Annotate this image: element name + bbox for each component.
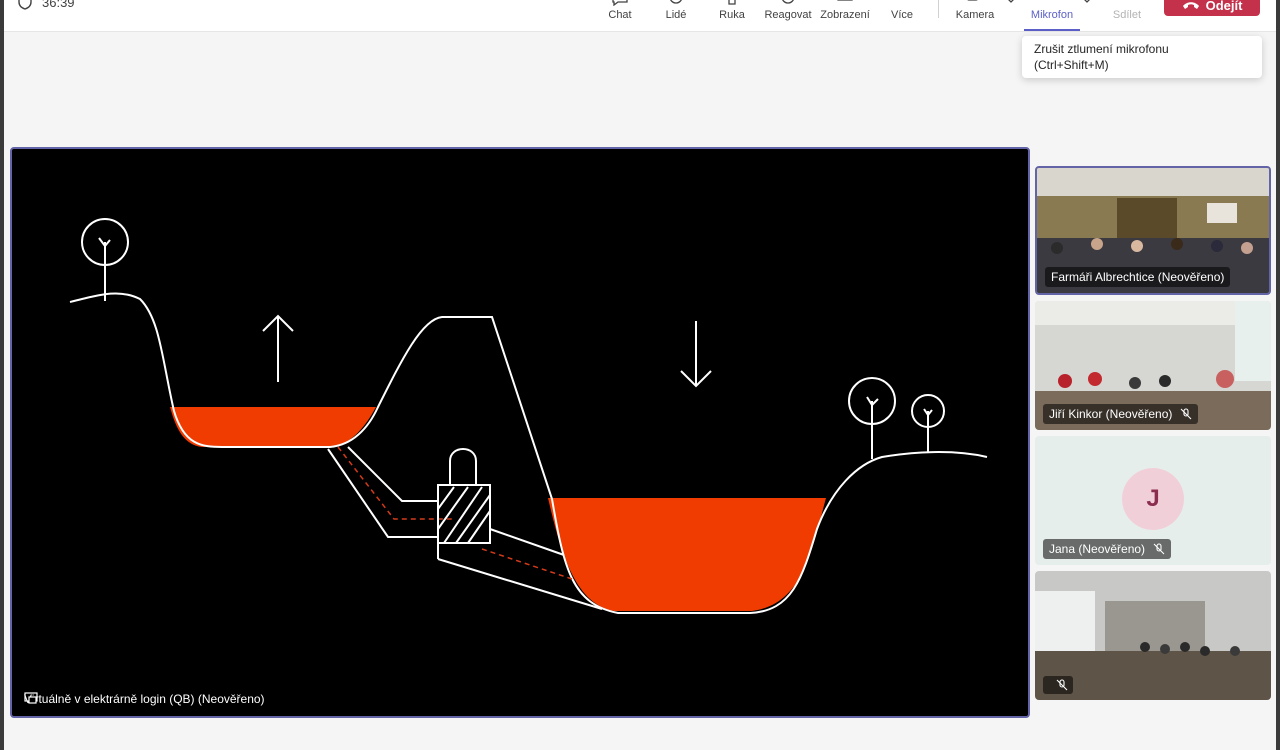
upper-reservoir-water bbox=[170, 407, 376, 447]
window-edge-left bbox=[0, 0, 4, 750]
tree-left bbox=[81, 218, 129, 301]
mic-off-icon bbox=[1153, 543, 1165, 555]
smile-icon bbox=[782, 0, 794, 4]
penstock-flow-dashed bbox=[337, 446, 452, 520]
participant-name-2: Jiří Kinkor (Neověřeno) bbox=[1049, 407, 1173, 421]
share-icon bbox=[1118, 0, 1136, 6]
participant-label-4 bbox=[1043, 676, 1073, 694]
view-label: Zobrazení bbox=[820, 9, 870, 21]
powerhouse bbox=[437, 448, 491, 544]
pumped-storage-diagram bbox=[69, 218, 988, 614]
avatar-initial: J bbox=[1146, 485, 1160, 512]
microphone-muted-icon bbox=[1043, 0, 1061, 6]
avatar: J bbox=[1122, 468, 1184, 530]
meeting-timer: 36:39 bbox=[18, 0, 75, 10]
camera-button[interactable]: Kamera bbox=[947, 0, 1003, 31]
hand-icon bbox=[728, 0, 736, 5]
camera-options-chevron-icon[interactable] bbox=[1006, 0, 1016, 5]
camera-label: Kamera bbox=[955, 9, 995, 21]
participant-label-1: Farmáři Albrechtice (Neověřeno) bbox=[1045, 267, 1231, 287]
react-label: Reagovat bbox=[764, 9, 812, 21]
toolbar-separator bbox=[938, 0, 939, 18]
chat-icon bbox=[612, 0, 628, 6]
camera-icon bbox=[967, 0, 978, 1]
participant-tile-classroom[interactable] bbox=[1035, 571, 1271, 700]
people-label: Lidé bbox=[665, 9, 687, 21]
participant-name-1: Farmáři Albrechtice (Neověřeno) bbox=[1051, 270, 1225, 284]
arrow-up-icon bbox=[262, 314, 294, 382]
tooltip-line-1: Zrušit ztlumení mikrofonu bbox=[1034, 42, 1169, 56]
react-button[interactable]: Reagovat bbox=[760, 0, 816, 31]
participant-label-3: Jana (Neověřeno) bbox=[1043, 539, 1172, 559]
lower-reservoir-water bbox=[548, 498, 826, 611]
chat-button[interactable]: Chat bbox=[592, 0, 648, 31]
participant-tile-kinkor[interactable]: Jiří Kinkor (Neověřeno) bbox=[1035, 301, 1271, 430]
tree-right-1 bbox=[848, 377, 896, 459]
people-button[interactable]: Lidé bbox=[648, 0, 704, 31]
microphone-tooltip: Zrušit ztlumení mikrofonu (Ctrl+Shift+M) bbox=[1022, 36, 1262, 78]
presenter-name-label: Virtuálně v elektrárně login (QB) (Neově… bbox=[24, 692, 265, 706]
leave-button[interactable]: Odejít bbox=[1164, 0, 1260, 16]
main-video-stage[interactable]: Virtuálně v elektrárně login (QB) (Neově… bbox=[10, 147, 1030, 718]
arrow-down-icon bbox=[680, 321, 712, 388]
microphone-label: Mikrofon bbox=[1030, 9, 1074, 21]
screen-share-icon bbox=[24, 692, 38, 704]
participant-tile-farmari[interactable]: Farmáři Albrechtice (Neověřeno) bbox=[1035, 166, 1271, 295]
mic-off-icon bbox=[1056, 679, 1068, 691]
participant-name-3: Jana (Neověřeno) bbox=[1049, 542, 1146, 556]
timer-text: 36:39 bbox=[42, 0, 75, 10]
meeting-toolbar: 36:39 Chat Lidé Ruka Reagovat Zobrazení … bbox=[4, 0, 1276, 32]
microphone-button[interactable]: Mikrofon bbox=[1024, 0, 1080, 31]
layout-icon bbox=[837, 0, 853, 1]
more-button[interactable]: Více bbox=[874, 0, 930, 31]
participant-label-2: Jiří Kinkor (Neověřeno) bbox=[1043, 404, 1199, 424]
microphone-options-chevron-icon[interactable] bbox=[1082, 0, 1092, 5]
people-icon bbox=[670, 0, 682, 4]
raise-hand-button[interactable]: Ruka bbox=[704, 0, 760, 31]
view-button[interactable]: Zobrazení bbox=[817, 0, 873, 31]
tooltip-line-2: (Ctrl+Shift+M) bbox=[1034, 58, 1109, 72]
chat-label: Chat bbox=[608, 9, 632, 21]
share-label: Sdílet bbox=[1112, 9, 1142, 21]
participant-tile-jana[interactable]: J Jana (Neověřeno) bbox=[1035, 436, 1271, 565]
presenter-name: Virtuálně v elektrárně login (QB) (Neově… bbox=[24, 692, 265, 706]
penstock-upper-pipe bbox=[327, 446, 438, 538]
leave-label: Odejít bbox=[1205, 0, 1243, 13]
tree-right-2 bbox=[911, 394, 945, 453]
phone-hangup-icon bbox=[1182, 2, 1199, 9]
raise-hand-label: Ruka bbox=[719, 9, 745, 21]
share-button[interactable]: Sdílet bbox=[1099, 0, 1155, 31]
window-edge-right bbox=[1276, 0, 1280, 750]
shield-icon bbox=[18, 0, 32, 10]
more-label: Více bbox=[890, 9, 913, 21]
mic-off-icon bbox=[1180, 408, 1192, 420]
